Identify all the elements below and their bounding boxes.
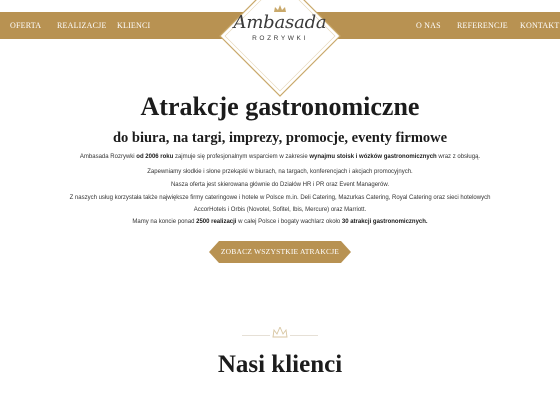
nav-realizacje[interactable]: REALIZACJE <box>57 12 107 39</box>
logo-name: Ambasada <box>233 12 327 33</box>
nav-kontakt[interactable]: KONTAKT <box>520 12 559 39</box>
intro-text-run: AccorHotels i Orbis (Novotel, Sofitel, I… <box>193 207 367 213</box>
intro-highlight: wynajmu stoisk i wózków gastronomicznych <box>309 154 437 160</box>
page-title: Atrakcje gastronomiczne <box>140 92 420 121</box>
intro-text-run: w całej Polsce i bogaty wachlarz około <box>236 219 342 225</box>
intro-text-run: wraz z obsługą. <box>436 154 481 160</box>
crown-icon <box>272 327 288 338</box>
nav-klienci[interactable]: KLIENCI <box>117 12 150 39</box>
intro-highlight: 30 atrakcji gastronomicznych. <box>341 219 428 225</box>
intro-line: Ambasada Rozrywki od 2006 roku zajmuje s… <box>0 154 560 160</box>
intro-line: Zapewniamy słodkie i słone przekąski w b… <box>0 169 560 175</box>
see-all-attractions-button[interactable]: ZOBACZ WSZYSTKIE ATRAKCJE <box>209 241 351 263</box>
intro-line: AccorHotels i Orbis (Novotel, Sofitel, I… <box>0 207 560 213</box>
nav-oferta[interactable]: OFERTA <box>10 12 41 39</box>
intro-text-run: Nasza oferta jest skierowana głównie do … <box>170 182 390 188</box>
logo-tagline: ROZRYWKI <box>252 35 308 42</box>
intro-text-run: Zapewniamy słodkie i słone przekąski w b… <box>147 169 413 175</box>
nav-o-nas[interactable]: O NAS <box>416 12 441 39</box>
intro-line: Mamy na koncie ponad 2500 realizacji w c… <box>0 219 560 225</box>
clients-section-title: Nasi klienci <box>217 351 343 378</box>
intro-highlight: 2500 realizacji <box>196 219 237 225</box>
intro-text-run: Ambasada Rozrywki <box>79 154 137 160</box>
intro-line: Nasza oferta jest skierowana głównie do … <box>0 182 560 188</box>
intro-highlight: od 2006 roku <box>136 154 174 160</box>
button-label: ZOBACZ WSZYSTKIE ATRAKCJE <box>220 247 340 256</box>
nav-referencje[interactable]: REFERENCJE <box>457 12 508 39</box>
intro-text-run: zajmuje się profesjonalnym wsparciem w z… <box>173 154 310 160</box>
divider-left <box>242 335 270 336</box>
page-subtitle: do biura, na targi, imprezy, promocje, e… <box>112 130 448 146</box>
site-logo[interactable]: Ambasada ROZRYWKI <box>230 5 330 45</box>
intro-line: Z naszych usług korzystała także najwięk… <box>0 195 560 201</box>
intro-text-run: Z naszych usług korzystała także najwięk… <box>69 195 491 201</box>
divider-right <box>290 335 318 336</box>
intro-text-run: Mamy na koncie ponad <box>132 219 197 225</box>
